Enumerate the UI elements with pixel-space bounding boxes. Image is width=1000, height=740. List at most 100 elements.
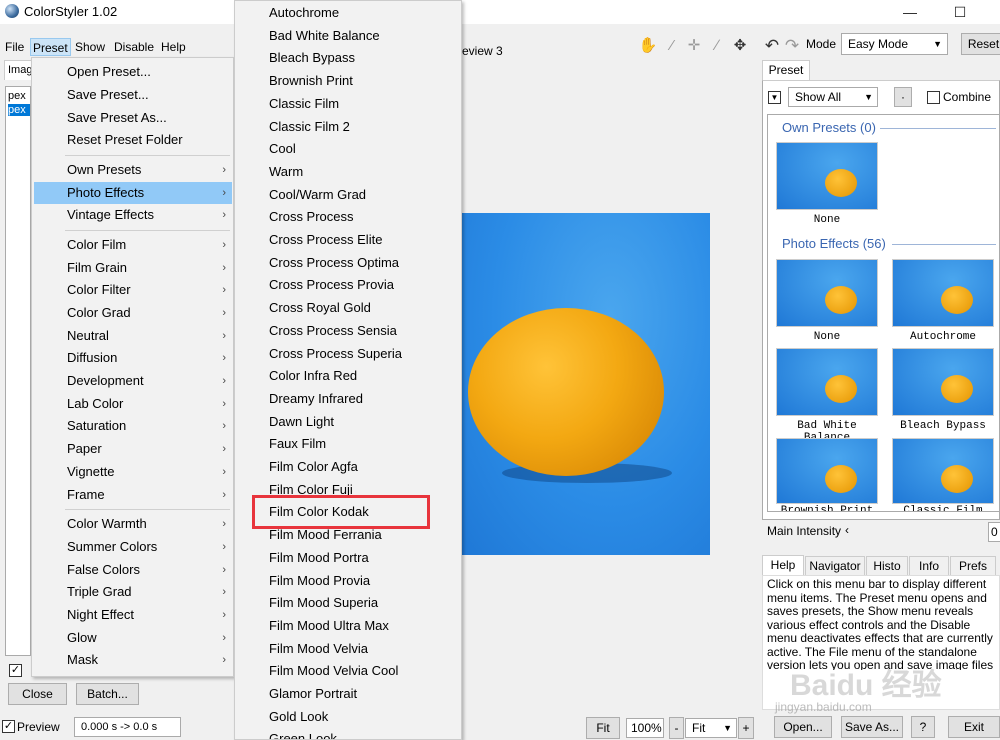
help-button[interactable]: ?: [911, 716, 935, 738]
menu-item-color-filter[interactable]: Color Filter ›: [34, 279, 232, 301]
hand-tool-icon[interactable]: ✋: [638, 36, 658, 56]
tab-prefs[interactable]: Prefs: [950, 556, 996, 576]
own-presets-title[interactable]: Own Presets (0): [782, 120, 876, 135]
menu-item-open-preset[interactable]: Open Preset...: [34, 61, 232, 83]
submenu-item-cross-process-elite[interactable]: Cross Process Elite: [235, 229, 461, 251]
combine-checkbox[interactable]: [927, 91, 940, 104]
tab-histo[interactable]: Histo: [866, 556, 908, 576]
submenu-item-film-mood-velvia[interactable]: Film Mood Velvia: [235, 638, 461, 660]
submenu-item-green-look[interactable]: Green Look: [235, 728, 461, 739]
menu-item-photo-effects[interactable]: Photo Effects ›: [34, 182, 232, 204]
eyedropper-tool-icon[interactable]: ⁄: [662, 36, 682, 56]
menu-item-paper[interactable]: Paper ›: [34, 438, 232, 460]
submenu-item-dreamy-infrared[interactable]: Dreamy Infrared: [235, 388, 461, 410]
submenu-item-warm[interactable]: Warm: [235, 161, 461, 183]
file-checkbox[interactable]: ✓: [9, 664, 22, 677]
maximize-button[interactable]: ☐: [945, 2, 975, 22]
menu-item-vintage-effects[interactable]: Vintage Effects ›: [34, 204, 232, 226]
menu-item-frame[interactable]: Frame ›: [34, 484, 232, 506]
menu-item-save-preset[interactable]: Save Preset...: [34, 84, 232, 106]
open-button[interactable]: Open...: [774, 716, 832, 738]
menu-item-color-film[interactable]: Color Film ›: [34, 234, 232, 256]
submenu-item-faux-film[interactable]: Faux Film: [235, 433, 461, 455]
mode-select[interactable]: Easy Mode ▼: [841, 33, 948, 55]
submenu-item-film-color-agfa[interactable]: Film Color Agfa: [235, 456, 461, 478]
menu-item-glow[interactable]: Glow ›: [34, 627, 232, 649]
file-list[interactable]: pex pex: [5, 86, 31, 656]
submenu-item-autochrome[interactable]: Autochrome: [235, 2, 461, 24]
menu-item-false-colors[interactable]: False Colors ›: [34, 559, 232, 581]
reset-button[interactable]: Reset: [961, 33, 1000, 55]
save-as-button[interactable]: Save As...: [841, 716, 903, 738]
menu-item-night-effect[interactable]: Night Effect ›: [34, 604, 232, 626]
preset-thumbnail[interactable]: [892, 259, 994, 327]
preset-options-button[interactable]: ·: [894, 87, 912, 107]
submenu-item-dawn-light[interactable]: Dawn Light: [235, 411, 461, 433]
submenu-item-film-mood-provia[interactable]: Film Mood Provia: [235, 570, 461, 592]
brush-tool-icon[interactable]: ∕: [707, 36, 727, 56]
zoom-minus-button[interactable]: -: [669, 717, 684, 739]
menu-item-save-preset-as[interactable]: Save Preset As...: [34, 107, 232, 129]
submenu-item-film-mood-velvia-cool[interactable]: Film Mood Velvia Cool: [235, 660, 461, 682]
chevron-left-icon[interactable]: ‹: [845, 523, 849, 537]
submenu-item-gold-look[interactable]: Gold Look: [235, 706, 461, 728]
tab-preview-3[interactable]: eview 3: [462, 42, 506, 60]
preset-thumbnail[interactable]: [776, 259, 878, 327]
menu-item-development[interactable]: Development ›: [34, 370, 232, 392]
zoom-fit-button[interactable]: Fit: [586, 717, 620, 739]
redo-icon[interactable]: ↷: [782, 36, 802, 56]
main-intensity-value[interactable]: 0: [988, 522, 1000, 542]
filter-menu-icon[interactable]: ▼: [768, 91, 781, 104]
tab-help[interactable]: Help: [762, 555, 804, 575]
file-entry[interactable]: pex: [8, 90, 30, 102]
menu-item-color-grad[interactable]: Color Grad ›: [34, 302, 232, 324]
menu-disable[interactable]: Disable: [112, 38, 156, 56]
menu-item-triple-grad[interactable]: Triple Grad ›: [34, 581, 232, 603]
submenu-item-cross-process-optima[interactable]: Cross Process Optima: [235, 252, 461, 274]
submenu-item-cool-warm-grad[interactable]: Cool/Warm Grad: [235, 184, 461, 206]
submenu-item-film-mood-superia[interactable]: Film Mood Superia: [235, 592, 461, 614]
preset-thumbnail[interactable]: [892, 348, 994, 416]
menu-item-mask[interactable]: Mask ›: [34, 649, 232, 671]
tab-preset[interactable]: Preset: [762, 60, 810, 80]
submenu-item-film-mood-ultra-max[interactable]: Film Mood Ultra Max: [235, 615, 461, 637]
submenu-item-classic-film[interactable]: Classic Film: [235, 93, 461, 115]
submenu-item-cross-process-provia[interactable]: Cross Process Provia: [235, 274, 461, 296]
zoom-value[interactable]: 100%: [626, 718, 664, 738]
preset-thumbnail[interactable]: [776, 142, 878, 210]
submenu-item-film-mood-portra[interactable]: Film Mood Portra: [235, 547, 461, 569]
preview-checkbox[interactable]: ✓: [2, 720, 15, 733]
menu-item-reset-preset-folder[interactable]: Reset Preset Folder: [34, 129, 232, 151]
crosshair-tool-icon[interactable]: ✛: [684, 36, 704, 56]
menu-preset[interactable]: Preset: [30, 38, 71, 56]
zoom-select[interactable]: Fit ▼: [685, 718, 737, 738]
submenu-item-color-infra-red[interactable]: Color Infra Red: [235, 365, 461, 387]
menu-show[interactable]: Show: [73, 38, 107, 56]
submenu-item-bad-white-balance[interactable]: Bad White Balance: [235, 25, 461, 47]
undo-icon[interactable]: ↶: [762, 36, 782, 56]
move-tool-icon[interactable]: ✥: [730, 36, 750, 56]
tab-info[interactable]: Info: [909, 556, 949, 576]
menu-file[interactable]: File: [3, 38, 26, 56]
menu-item-summer-colors[interactable]: Summer Colors ›: [34, 536, 232, 558]
batch-button[interactable]: Batch...: [76, 683, 139, 705]
submenu-item-cross-process-superia[interactable]: Cross Process Superia: [235, 343, 461, 365]
menu-item-lab-color[interactable]: Lab Color ›: [34, 393, 232, 415]
menu-item-saturation[interactable]: Saturation ›: [34, 415, 232, 437]
tab-navigator[interactable]: Navigator: [805, 556, 865, 576]
submenu-item-classic-film-2[interactable]: Classic Film 2: [235, 116, 461, 138]
menu-item-neutral[interactable]: Neutral ›: [34, 325, 232, 347]
show-filter-select[interactable]: Show All ▼: [788, 87, 878, 107]
menu-item-own-presets[interactable]: Own Presets ›: [34, 159, 232, 181]
zoom-plus-button[interactable]: +: [738, 717, 754, 739]
file-entry-selected[interactable]: pex: [8, 104, 30, 116]
preset-thumbnail[interactable]: [776, 438, 878, 504]
preset-thumbnail[interactable]: [776, 348, 878, 416]
submenu-item-cross-royal-gold[interactable]: Cross Royal Gold: [235, 297, 461, 319]
menu-item-diffusion[interactable]: Diffusion ›: [34, 347, 232, 369]
submenu-item-cross-process[interactable]: Cross Process: [235, 206, 461, 228]
minimize-button[interactable]: —: [895, 2, 925, 22]
submenu-item-bleach-bypass[interactable]: Bleach Bypass: [235, 47, 461, 69]
submenu-item-brownish-print[interactable]: Brownish Print: [235, 70, 461, 92]
photo-effects-title[interactable]: Photo Effects (56): [782, 236, 886, 251]
